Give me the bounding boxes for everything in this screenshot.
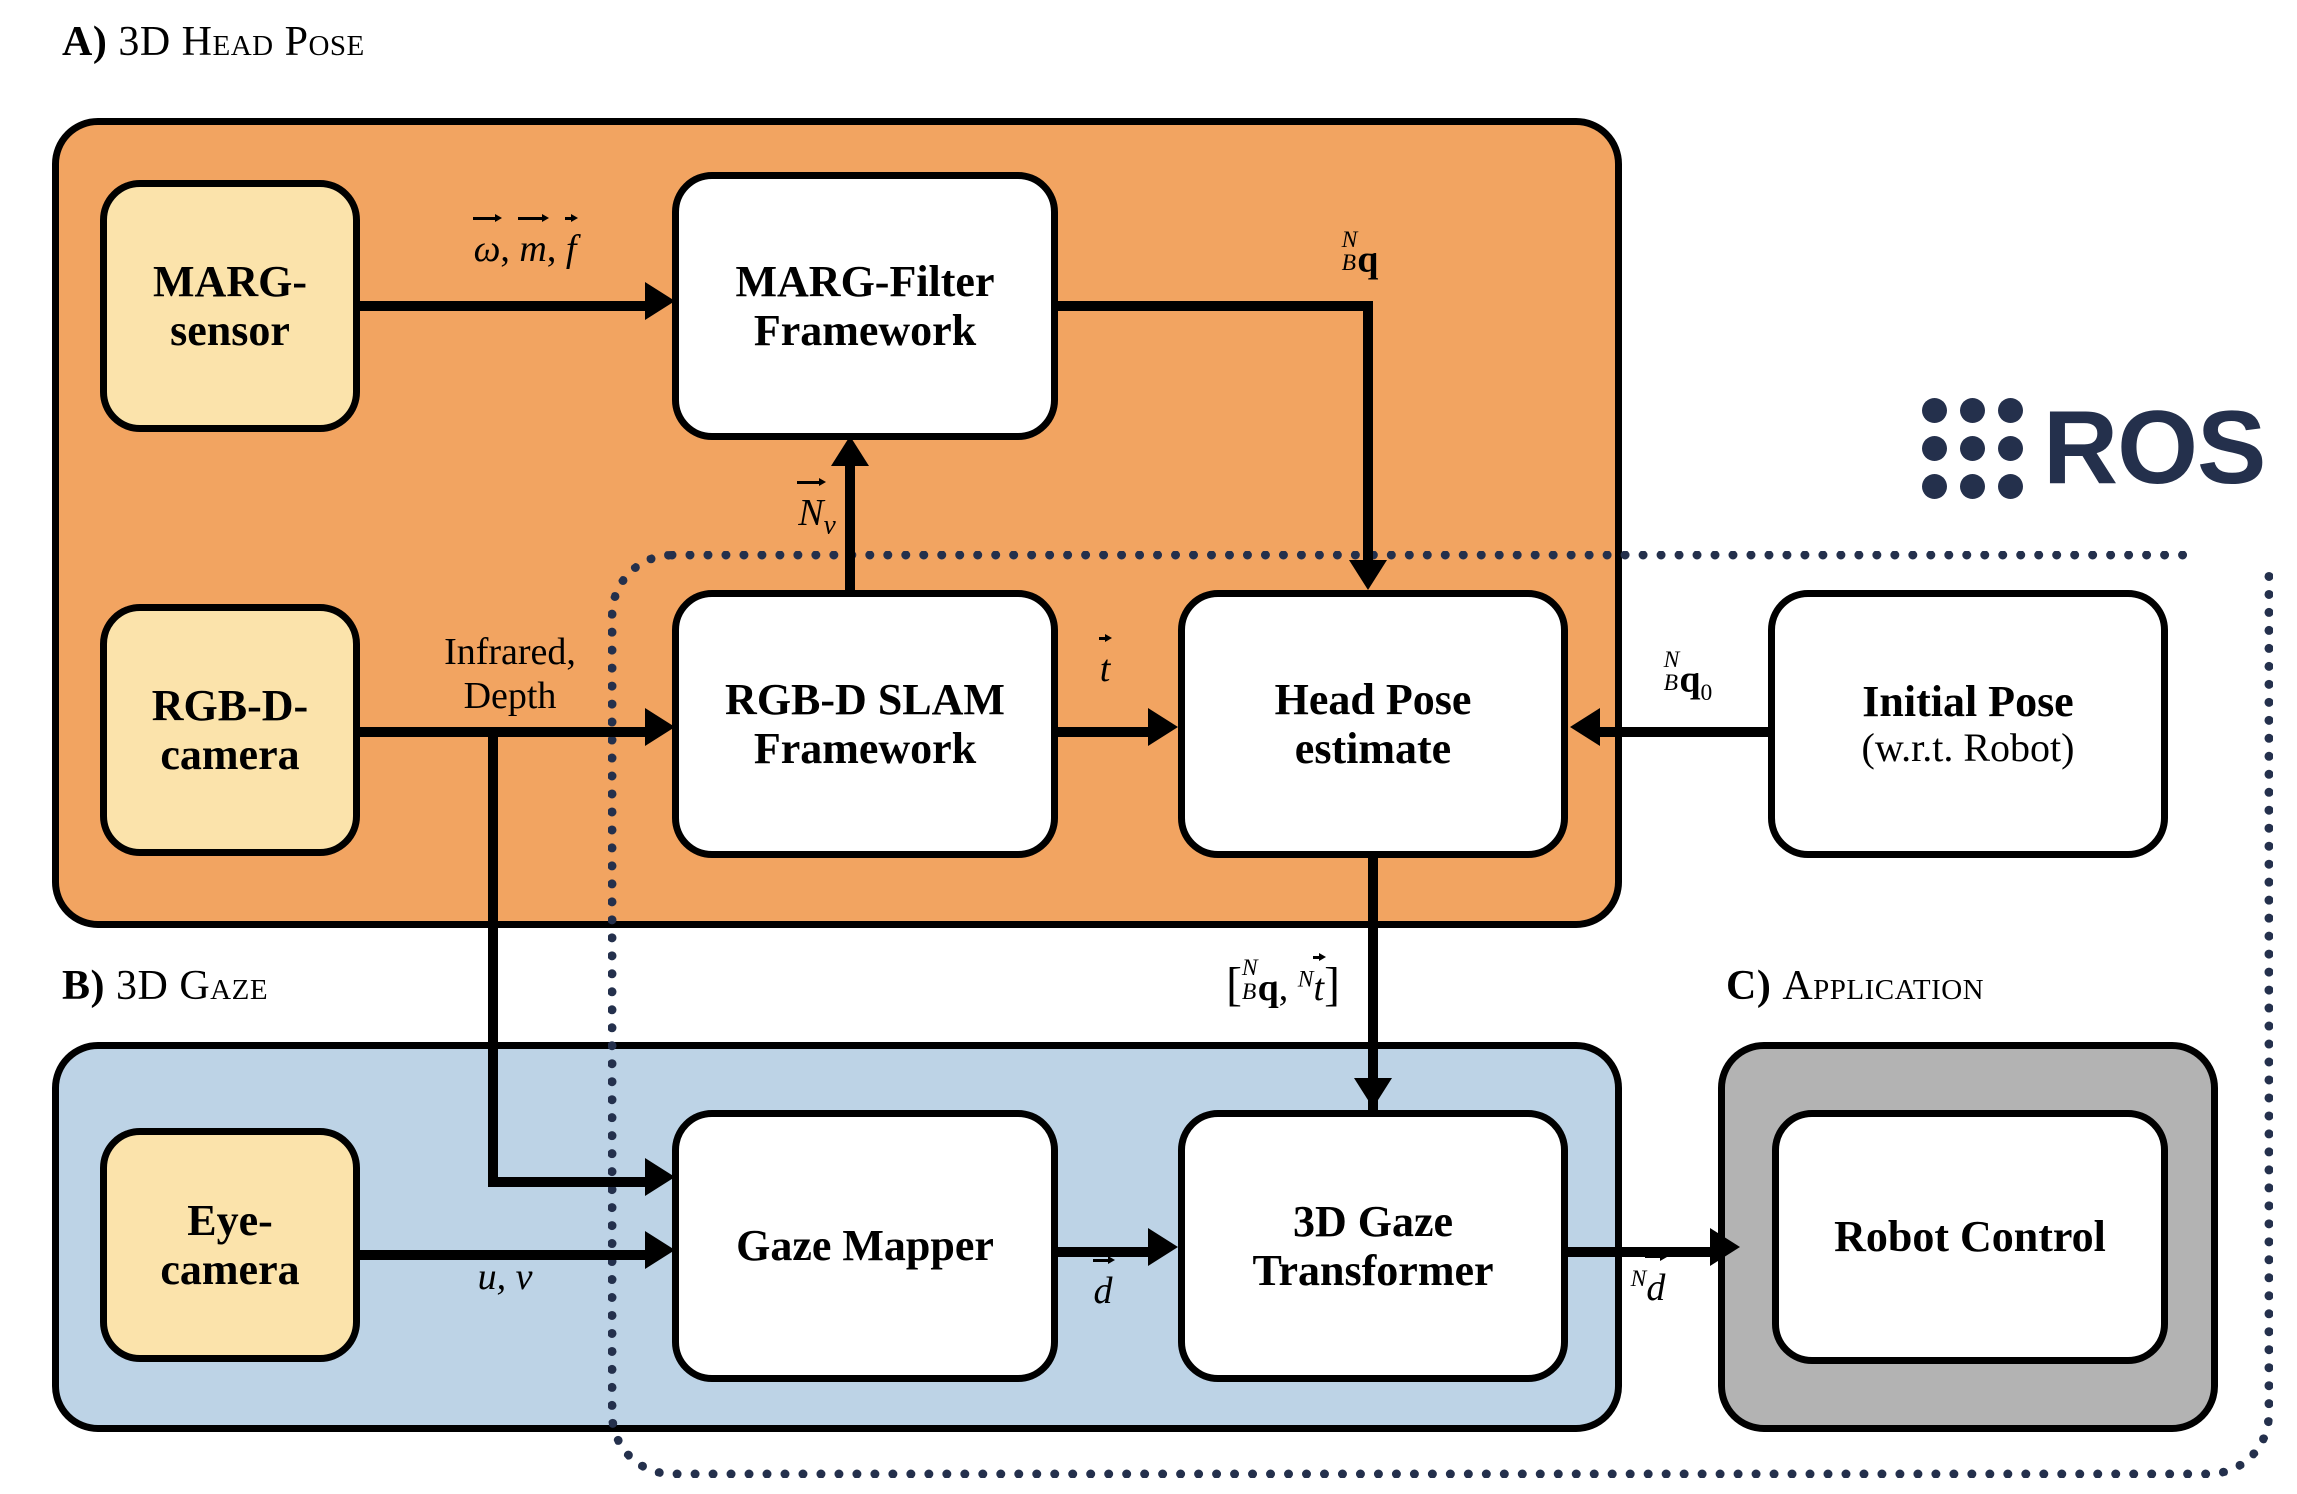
label-infrared-line2: Depth [463, 674, 557, 717]
edge-camera-to-gaze-h [488, 1177, 650, 1187]
edge-gazemapper-to-transformer [1053, 1247, 1153, 1257]
node-head-pose-line2: estimate [1294, 724, 1452, 773]
label-translation: t [1075, 634, 1135, 692]
ros-wordmark: ROS [2043, 389, 2266, 506]
node-rgbd-camera[interactable]: RGB-D- camera [100, 604, 360, 856]
edge-filter-to-headpose-arrow [1349, 560, 1387, 590]
node-gaze-mapper[interactable]: Gaze Mapper [672, 1110, 1058, 1382]
section-b-label: 3D Gaze [116, 963, 269, 1009]
label-gaze-direction: d [1068, 1256, 1138, 1314]
ros-boundary-mask [2190, 545, 2297, 565]
section-b-title: B) 3D Gaze [62, 962, 268, 1010]
node-marg-filter[interactable]: MARG-Filter Framework [672, 172, 1058, 440]
edge-camera-to-slam [360, 727, 650, 737]
label-visual-normals: Nv [752, 478, 882, 541]
edge-camera-to-slam-arrow [645, 708, 675, 746]
section-c-label: Application [1782, 963, 1985, 1009]
edge-slam-to-headpose-arrow [1148, 708, 1178, 746]
node-eye-camera-line2: camera [160, 1245, 300, 1294]
node-rgbd-slam[interactable]: RGB-D SLAM Framework [672, 590, 1058, 858]
edge-marg-to-filter-arrow [645, 282, 675, 320]
node-gaze-mapper-line1: Gaze Mapper [736, 1221, 994, 1271]
node-head-pose-line1: Head Pose [1274, 674, 1472, 724]
label-quaternion: NBq [1341, 226, 1379, 281]
edge-eyecamera-to-gazemapper-arrow [645, 1231, 675, 1269]
label-infrared-line1: Infrared, [444, 631, 576, 673]
node-initial-pose-line2: (w.r.t. Robot) [1861, 725, 2075, 771]
node-marg-filter-line1: MARG-Filter [735, 256, 995, 306]
label-gaze-direction-nav: Nd [1588, 1252, 1708, 1310]
diagram-canvas: A) 3D Head Pose B) 3D Gaze C) Applicatio… [0, 0, 2297, 1494]
section-a-title: A) 3D Head Pose [62, 18, 365, 66]
label-imu-signals: ω, m, f [430, 214, 620, 272]
node-gaze-transformer-line2: Transformer [1252, 1246, 1494, 1295]
label-infrared-depth: Infrared, Depth [405, 631, 615, 718]
edge-transformer-to-robot [1563, 1247, 1715, 1257]
node-robot-control[interactable]: Robot Control [1772, 1110, 2168, 1364]
node-marg-sensor-line2: sensor [170, 306, 290, 355]
section-a-index: A) [62, 19, 108, 65]
edge-slam-to-filter-arrow [831, 436, 869, 466]
edge-transformer-to-robot-arrow [1710, 1228, 1740, 1266]
section-c-title: C) Application [1726, 962, 1984, 1010]
edge-filter-to-headpose-h [1053, 301, 1373, 311]
edge-filter-to-headpose-v [1363, 301, 1373, 567]
node-rgbd-slam-line2: Framework [753, 724, 977, 773]
edge-headpose-to-transformer-arrow [1354, 1078, 1392, 1108]
node-marg-filter-line2: Framework [753, 306, 977, 355]
edge-camera-to-gaze-arrow [645, 1158, 675, 1196]
node-gaze-transformer[interactable]: 3D Gaze Transformer [1178, 1110, 1568, 1382]
node-eye-camera-line1: Eye- [187, 1195, 273, 1245]
node-rgbd-camera-line1: RGB-D- [151, 680, 309, 730]
edge-initialpose-to-headpose [1600, 727, 1772, 737]
node-initial-pose[interactable]: Initial Pose (w.r.t. Robot) [1768, 590, 2168, 858]
label-initial-quaternion: N Bq0 [1663, 646, 1713, 707]
node-rgbd-camera-line2: camera [160, 730, 300, 779]
node-robot-control-line1: Robot Control [1834, 1212, 2106, 1262]
node-eye-camera[interactable]: Eye- camera [100, 1128, 360, 1362]
node-head-pose-estimate[interactable]: Head Pose estimate [1178, 590, 1568, 858]
section-c-index: C) [1726, 963, 1772, 1009]
node-rgbd-slam-line1: RGB-D SLAM [725, 674, 1005, 724]
edge-camera-to-gaze-v [488, 727, 498, 1187]
node-gaze-transformer-line1: 3D Gaze [1292, 1196, 1454, 1246]
edge-slam-to-headpose [1053, 727, 1153, 737]
section-b-index: B) [62, 963, 105, 1009]
node-initial-pose-line1: Initial Pose [1862, 676, 2074, 726]
label-pixel-uv: u, v [477, 1256, 533, 1298]
edge-marg-to-filter [360, 301, 650, 311]
edge-gazemapper-to-transformer-arrow [1148, 1228, 1178, 1266]
node-marg-sensor[interactable]: MARG- sensor [100, 180, 360, 432]
edge-initialpose-to-headpose-arrow [1570, 708, 1600, 746]
section-a-label: 3D Head Pose [118, 19, 365, 65]
node-marg-sensor-line1: MARG- [153, 256, 307, 306]
ros-dot-grid-icon [1922, 398, 2023, 499]
ros-logo: ROS [1922, 389, 2266, 506]
label-pose-pair: [N Bq, Nt] [1226, 953, 1340, 1011]
